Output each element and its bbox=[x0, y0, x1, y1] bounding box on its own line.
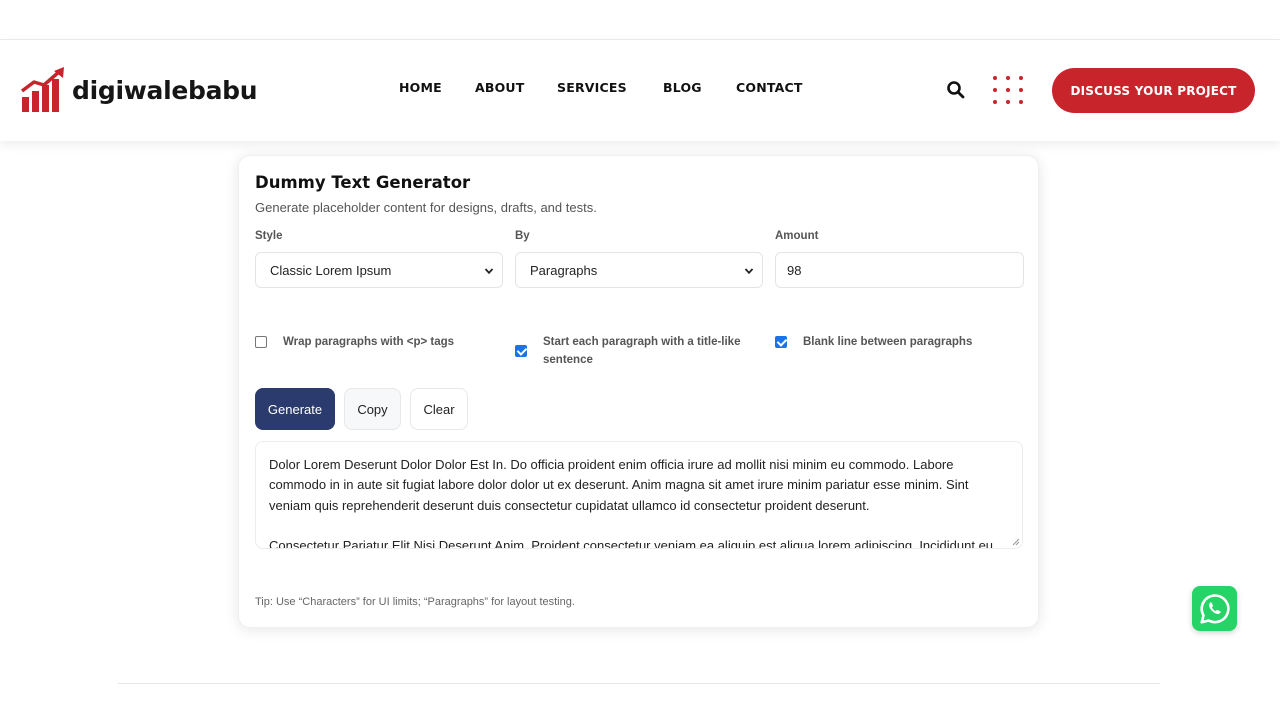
page-title: Dummy Text Generator bbox=[255, 173, 471, 192]
wrap-p-tags-option[interactable]: Wrap paragraphs with <p> tags bbox=[255, 333, 454, 351]
grid-dots-icon[interactable] bbox=[990, 74, 1026, 106]
top-strip bbox=[0, 0, 1280, 40]
resize-handle-icon[interactable] bbox=[1012, 538, 1020, 546]
nav-services[interactable]: SERVICES bbox=[557, 80, 627, 95]
discuss-project-button[interactable]: DISCUSS YOUR PROJECT bbox=[1052, 68, 1255, 113]
copy-button[interactable]: Copy bbox=[344, 388, 401, 430]
by-label: By bbox=[515, 230, 530, 242]
blank-line-option[interactable]: Blank line between paragraphs bbox=[775, 333, 972, 351]
generate-button[interactable]: Generate bbox=[255, 388, 335, 430]
by-select[interactable]: Paragraphs bbox=[515, 252, 763, 288]
output-paragraph: Consectetur Pariatur Elit Nisi Deserunt … bbox=[269, 538, 994, 549]
generated-text-output[interactable]: Dolor Lorem Deserunt Dolor Dolor Est In.… bbox=[255, 441, 1023, 549]
title-sentence-checkbox[interactable] bbox=[515, 345, 527, 357]
page-subtitle: Generate placeholder content for designs… bbox=[255, 200, 597, 215]
whatsapp-icon bbox=[1199, 593, 1230, 624]
chevron-down-icon bbox=[484, 268, 494, 275]
nav-about[interactable]: ABOUT bbox=[475, 80, 525, 95]
growth-chart-logo-icon bbox=[20, 67, 64, 112]
style-select-value: Classic Lorem Ipsum bbox=[270, 262, 392, 278]
blank-line-checkbox[interactable] bbox=[775, 336, 787, 348]
wrap-p-tags-label: Wrap paragraphs with <p> tags bbox=[283, 336, 455, 348]
amount-input[interactable] bbox=[775, 252, 1024, 288]
search-icon[interactable] bbox=[946, 80, 966, 100]
style-select[interactable]: Classic Lorem Ipsum bbox=[255, 252, 503, 288]
amount-label: Amount bbox=[775, 230, 819, 242]
site-header: digiwalebabu HOME ABOUT SERVICES BLOG CO… bbox=[0, 40, 1280, 141]
style-label: Style bbox=[255, 230, 283, 242]
clear-button[interactable]: Clear bbox=[410, 388, 468, 430]
whatsapp-button[interactable] bbox=[1192, 586, 1237, 631]
nav-home[interactable]: HOME bbox=[399, 80, 442, 95]
by-select-value: Paragraphs bbox=[530, 262, 598, 278]
wrap-p-tags-checkbox[interactable] bbox=[255, 336, 267, 348]
tip-text: Tip: Use “Characters” for UI limits; “Pa… bbox=[255, 596, 575, 608]
chevron-down-icon bbox=[744, 268, 754, 275]
nav-blog[interactable]: BLOG bbox=[663, 80, 702, 95]
dummy-text-generator-card: Dummy Text Generator Generate placeholde… bbox=[238, 155, 1039, 628]
brand-name: digiwalebabu bbox=[72, 75, 258, 105]
output-paragraph: Dolor Lorem Deserunt Dolor Dolor Est In.… bbox=[269, 457, 969, 513]
footer-divider bbox=[118, 683, 1160, 684]
title-sentence-label: Start each paragraph with a title-like s… bbox=[543, 336, 741, 366]
brand-logo[interactable]: digiwalebabu bbox=[20, 66, 258, 114]
title-sentence-option[interactable]: Start each paragraph with a title-like s… bbox=[515, 333, 758, 369]
nav-contact[interactable]: CONTACT bbox=[736, 80, 803, 95]
blank-line-label: Blank line between paragraphs bbox=[803, 336, 973, 348]
